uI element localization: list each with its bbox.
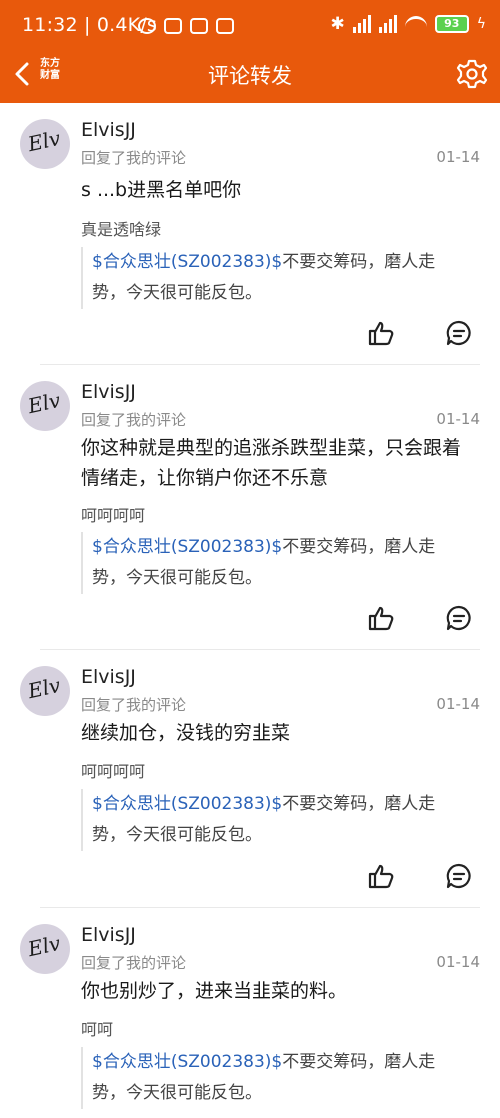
action-text: 回复了我的评论 — [81, 411, 187, 429]
comment-date: 01-14 — [436, 148, 480, 166]
comment-text: s ...b进黑名单吧你 — [81, 179, 242, 201]
comment-list: Elv ElvisJJ 回复了我的评论 01-14 s ...b进黑名单吧你 真… — [0, 103, 500, 1118]
comment-date: 01-14 — [436, 410, 480, 428]
charging-icon: ϟ — [476, 16, 486, 32]
comment-item: Elv ElvisJJ 回复了我的评论 01-14 你这种就是典型的追涨杀跌型韭… — [0, 365, 500, 650]
like-icon[interactable] — [368, 863, 394, 889]
user-name[interactable]: ElvisJJ — [81, 666, 136, 688]
action-text: 回复了我的评论 — [81, 696, 187, 714]
reply-text: 呵呵呵呵 — [81, 506, 146, 525]
reply-text: 真是透啥绿 — [81, 220, 162, 239]
signal-icon — [352, 15, 371, 33]
action-text: 回复了我的评论 — [81, 954, 187, 972]
comment-text: 你这种就是典型的追涨杀跌型韭菜，只会跟着情绪走，让你销户你还不乐意 — [81, 437, 462, 489]
quoted-post[interactable]: $合众思壮(SZ002383)$不要交筹码，磨人走势，今天很可能反包。 — [81, 789, 466, 851]
app-icon — [216, 18, 234, 34]
page-title: 评论转发 — [208, 64, 292, 88]
comment-icon[interactable] — [446, 320, 472, 346]
action-text: 回复了我的评论 — [81, 149, 187, 167]
like-icon[interactable] — [368, 605, 394, 631]
comment-text: 你也别炒了，进来当韭菜的料。 — [81, 980, 348, 1002]
status-time: 11:32 | 0.4K/s — [22, 14, 158, 36]
nav-bar: 东方 财富 评论转发 — [0, 48, 500, 103]
system-status: ✱ 93 ϟ — [331, 14, 487, 34]
user-name[interactable]: ElvisJJ — [81, 924, 136, 946]
alarm-icon — [138, 18, 156, 34]
stock-link[interactable]: $合众思壮(SZ002383)$ — [92, 794, 282, 814]
signal-icon — [378, 15, 397, 33]
gear-icon[interactable] — [456, 58, 488, 90]
wechat-icon — [164, 18, 182, 34]
avatar[interactable]: Elv — [20, 119, 70, 169]
quoted-post[interactable]: $合众思壮(SZ002383)$不要交筹码，磨人走势，今天很可能反包。 — [81, 1047, 466, 1109]
like-icon[interactable] — [368, 320, 394, 346]
top-bar: 11:32 | 0.4K/s ✱ 93 ϟ 东方 财富 评论转发 — [0, 0, 500, 103]
comment-item: Elv ElvisJJ 回复了我的评论 01-14 继续加仓，没钱的穷韭菜 呵呵… — [0, 650, 500, 908]
stock-link[interactable]: $合众思壮(SZ002383)$ — [92, 1052, 282, 1072]
comment-item: Elv ElvisJJ 回复了我的评论 01-14 你也别炒了，进来当韭菜的料。… — [0, 908, 500, 1118]
wifi-icon — [404, 16, 427, 32]
quoted-post[interactable]: $合众思壮(SZ002383)$不要交筹码，磨人走势，今天很可能反包。 — [81, 247, 466, 309]
stock-link[interactable]: $合众思壮(SZ002383)$ — [92, 252, 282, 272]
comment-text: 继续加仓，没钱的穷韭菜 — [81, 722, 291, 744]
comment-icon[interactable] — [446, 863, 472, 889]
user-name[interactable]: ElvisJJ — [81, 119, 136, 141]
comment-icon[interactable] — [446, 605, 472, 631]
notification-icons — [138, 18, 234, 34]
quoted-post[interactable]: $合众思壮(SZ002383)$不要交筹码，磨人走势，今天很可能反包。 — [81, 532, 466, 594]
bluetooth-icon: ✱ — [330, 14, 345, 34]
avatar[interactable]: Elv — [20, 666, 70, 716]
comment-date: 01-14 — [436, 695, 480, 713]
avatar[interactable]: Elv — [20, 924, 70, 974]
comment-item: Elv ElvisJJ 回复了我的评论 01-14 s ...b进黑名单吧你 真… — [0, 103, 500, 365]
battery-icon: 93 — [434, 15, 469, 33]
avatar[interactable]: Elv — [20, 381, 70, 431]
comment-date: 01-14 — [436, 953, 480, 971]
user-name[interactable]: ElvisJJ — [81, 381, 136, 403]
reply-text: 呵呵 — [81, 1020, 114, 1039]
stock-link[interactable]: $合众思壮(SZ002383)$ — [92, 537, 282, 557]
battery-level: 93 — [444, 17, 460, 30]
reply-text: 呵呵呵呵 — [81, 762, 146, 781]
message-icon — [190, 18, 208, 34]
status-bar: 11:32 | 0.4K/s ✱ 93 ϟ — [0, 0, 500, 48]
